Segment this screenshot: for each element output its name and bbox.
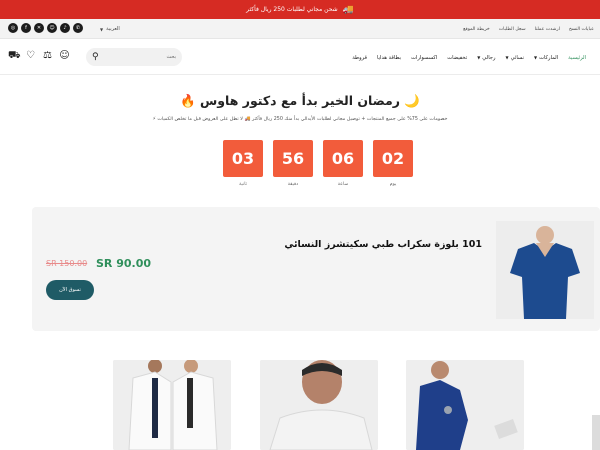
countdown-timer: 03 ثانية 56 دقيقة 06 ساعة 02 يوم bbox=[223, 140, 413, 187]
x-icon[interactable]: ✕ bbox=[34, 23, 44, 33]
facebook-icon[interactable]: f bbox=[21, 23, 31, 33]
countdown-days: 02 يوم bbox=[373, 140, 413, 187]
utility-links: عبايات النسخ ارشدت عملنا سجل الطلبات خري… bbox=[463, 19, 594, 39]
heart-icon[interactable]: ♡ bbox=[25, 50, 36, 63]
compare-icon[interactable]: ⚖ bbox=[42, 50, 53, 63]
countdown-value: 06 bbox=[323, 140, 363, 177]
whatsapp-icon[interactable]: ✆ bbox=[73, 23, 83, 33]
countdown-value: 03 bbox=[223, 140, 263, 177]
hero-title: 🌙 رمضان الخير بدأ مع دكتور هاوس 🔥 bbox=[180, 93, 420, 108]
nav-item-label: رجالي bbox=[482, 54, 496, 61]
nav-item-offers[interactable]: قروطة bbox=[352, 55, 367, 61]
category-image-lab-coats[interactable] bbox=[113, 360, 231, 450]
instagram-icon[interactable]: ◎ bbox=[8, 23, 18, 33]
shop-now-button[interactable]: تسوق الآن bbox=[46, 280, 94, 300]
utility-link[interactable]: سجل الطلبات bbox=[499, 27, 526, 32]
countdown-label: يوم bbox=[389, 182, 397, 187]
nav-item-label: الماركات bbox=[539, 54, 559, 61]
chevron-down-icon: ▼ bbox=[100, 26, 104, 32]
countdown-label: دقيقة bbox=[287, 182, 299, 187]
featured-product-card[interactable]: 101 بلوزة سكراب طبي سكيتشرز النسائي SR 1… bbox=[32, 207, 600, 331]
nav-item-label: نسائي bbox=[510, 54, 524, 61]
search-icon[interactable]: ⚲ bbox=[92, 52, 99, 62]
nav-item-giftcard[interactable]: بطاقة هدايا bbox=[377, 55, 401, 61]
language-label: العربية bbox=[106, 26, 120, 32]
nav-item-sale[interactable]: تخفيضات bbox=[447, 55, 467, 61]
main-header: الرئيسية الماركات▼ نسائي▼ رجالي▼ تخفيضات… bbox=[0, 40, 600, 75]
chevron-down-icon: ▼ bbox=[477, 54, 481, 60]
nav-item-accessories[interactable]: اكسسوارات bbox=[411, 55, 437, 61]
category-image-women[interactable] bbox=[406, 360, 524, 450]
chevron-down-icon: ▼ bbox=[534, 54, 538, 60]
tiktok-icon[interactable]: ♪ bbox=[60, 23, 70, 33]
countdown-seconds: 03 ثانية bbox=[223, 140, 263, 187]
announcement-bar: 🚚 شحن مجاني لطلبات 250 ريال فأكثر bbox=[0, 0, 600, 19]
utility-bar: عبايات النسخ ارشدت عملنا سجل الطلبات خري… bbox=[0, 19, 600, 39]
nav-item-women[interactable]: نسائي▼ bbox=[506, 55, 525, 61]
countdown-minutes: 56 دقيقة bbox=[273, 140, 313, 187]
social-links: ◎ f ✕ ☺ ♪ ✆ bbox=[8, 23, 83, 33]
utility-link[interactable]: خريطة الموقع bbox=[463, 27, 490, 32]
snapchat-icon[interactable]: ☺ bbox=[47, 23, 57, 33]
cart-icon[interactable]: ⛟ bbox=[8, 50, 21, 63]
nav-item-brands[interactable]: الماركات▼ bbox=[534, 55, 558, 61]
product-image[interactable] bbox=[496, 221, 594, 319]
language-selector[interactable]: العربية ▼ bbox=[100, 19, 120, 39]
product-name[interactable]: 101 بلوزة سكراب طبي سكيتشرز النسائي bbox=[284, 239, 482, 250]
chevron-down-icon: ▼ bbox=[505, 54, 509, 60]
main-nav: الرئيسية الماركات▼ نسائي▼ رجالي▼ تخفيضات… bbox=[352, 40, 586, 75]
utility-link[interactable]: عبايات النسخ bbox=[569, 27, 594, 32]
category-image-men[interactable] bbox=[260, 360, 378, 450]
user-icon[interactable]: ☺ bbox=[59, 50, 70, 63]
truck-icon: 🚚 bbox=[342, 4, 354, 15]
nav-item-home[interactable]: الرئيسية bbox=[568, 55, 586, 61]
hero-subtitle: خصومات على 75% على جميع المنتجات + توصيل… bbox=[152, 117, 448, 122]
product-new-price: SR 90.00 bbox=[96, 257, 152, 270]
header-icons: ⛟ ♡ ⚖ ☺ bbox=[8, 50, 70, 63]
countdown-label: ساعة bbox=[337, 182, 349, 187]
countdown-label: ثانية bbox=[239, 182, 247, 187]
utility-link[interactable]: ارشدت عملنا bbox=[535, 27, 560, 32]
search-bar[interactable]: ⚲ بحث bbox=[86, 48, 182, 66]
countdown-value: 02 bbox=[373, 140, 413, 177]
nav-item-men[interactable]: رجالي▼ bbox=[477, 55, 495, 61]
carousel-next-hint bbox=[592, 415, 600, 450]
announcement-text: شحن مجاني لطلبات 250 ريال فأكثر bbox=[246, 6, 338, 13]
countdown-value: 56 bbox=[273, 140, 313, 177]
search-input[interactable]: بحث bbox=[166, 54, 176, 60]
product-old-price: SR 150.00 bbox=[46, 259, 88, 268]
countdown-hours: 06 ساعة bbox=[323, 140, 363, 187]
